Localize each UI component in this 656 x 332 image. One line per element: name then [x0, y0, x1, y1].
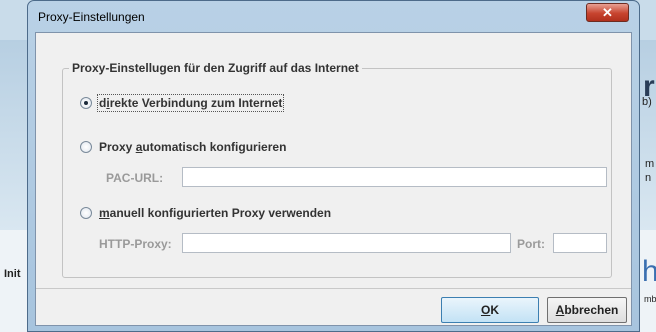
pac-url-field[interactable]: [182, 167, 607, 187]
port-field[interactable]: [553, 233, 607, 253]
groupbox-title: Proxy-Einstellugen für den Zugriff auf d…: [69, 61, 362, 75]
radio-auto-config[interactable]: Proxy automatisch konfigurieren: [80, 140, 286, 154]
cancel-button[interactable]: Abbrechen: [547, 297, 627, 323]
radio-manual-label: manuell konfigurierten Proxy verwenden: [99, 206, 332, 220]
radio-button[interactable]: [80, 207, 92, 219]
proxy-settings-dialog: Proxy-Einstellungen ✕ Proxy-Einstellugen…: [27, 0, 640, 332]
port-label: Port:: [517, 237, 545, 251]
http-proxy-field[interactable]: [182, 233, 511, 253]
close-icon: ✕: [602, 5, 613, 20]
radio-button-checked[interactable]: [80, 97, 92, 109]
ok-button[interactable]: OK: [441, 297, 539, 323]
title-bar[interactable]: Proxy-Einstellungen ✕: [28, 1, 639, 33]
button-separator: [36, 288, 631, 289]
radio-auto-label: Proxy automatisch konfigurieren: [99, 140, 287, 154]
radio-direct-connection[interactable]: direkte Verbindung zum Internet: [80, 94, 285, 112]
radio-button[interactable]: [80, 141, 92, 153]
pac-url-label: PAC-URL:: [106, 171, 164, 185]
close-button[interactable]: ✕: [586, 3, 629, 22]
background-text: Init: [4, 268, 21, 280]
background-text: mb: [644, 294, 656, 304]
dialog-content: Proxy-Einstellugen für den Zugriff auf d…: [35, 32, 632, 326]
background-glyph: h: [642, 255, 656, 288]
background-text: b): [642, 96, 652, 108]
http-proxy-label: HTTP-Proxy:: [99, 237, 172, 251]
radio-manual-proxy[interactable]: manuell konfigurierten Proxy verwenden: [80, 206, 331, 220]
background-text: n: [645, 172, 652, 184]
background-text: m: [645, 158, 655, 170]
proxy-groupbox: Proxy-Einstellugen für den Zugriff auf d…: [62, 61, 612, 278]
radio-direct-label: direkte Verbindung zum Internet: [96, 94, 285, 112]
window-title: Proxy-Einstellungen: [38, 10, 145, 24]
